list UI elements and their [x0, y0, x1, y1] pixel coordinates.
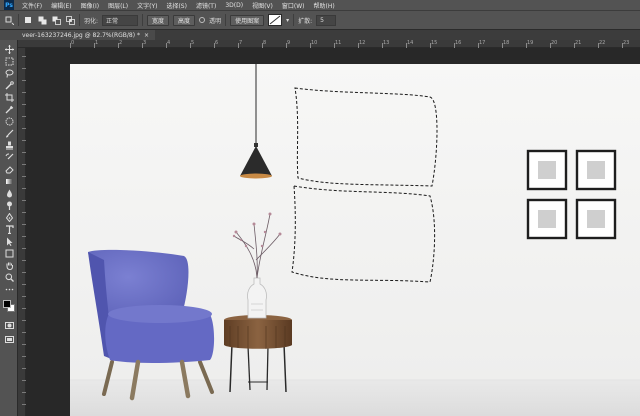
intersect-selection-icon[interactable]: [65, 15, 75, 25]
separator: [18, 14, 19, 26]
options-bar: 羽化: 正常 宽度 高度 透明 使用图案 ▾ 扩散: 5: [0, 10, 640, 30]
ruler-tick-label: 0: [71, 40, 75, 46]
tools-panel: [0, 40, 18, 416]
subtract-selection-icon[interactable]: [51, 15, 61, 25]
menu-filter[interactable]: 滤镜(T): [196, 1, 216, 10]
menu-window[interactable]: 窗口(W): [282, 1, 305, 10]
shape-tool-icon[interactable]: [2, 248, 16, 259]
marquee-tool-icon[interactable]: [2, 56, 16, 67]
separator: [225, 14, 227, 26]
ruler-tick-label: 5: [191, 40, 195, 46]
transparent-label: 透明: [209, 17, 222, 25]
ruler-tick-label: 10: [311, 40, 318, 46]
menu-3d[interactable]: 3D(D): [225, 2, 243, 9]
menu-edit[interactable]: 编辑(E): [51, 1, 71, 10]
ruler-tick-label: 7: [239, 40, 243, 46]
menu-layer[interactable]: 图层(L): [108, 1, 128, 10]
document-tab[interactable]: veer-163237246.jpg @ 82.7%(RGB/8) * ×: [0, 30, 155, 40]
ruler-tick-label: 2: [119, 40, 123, 46]
menu-view[interactable]: 视图(V): [252, 1, 273, 10]
ruler-horizontal: 0 1 2 3 4 5 6 7 8 9 10 11 12 13 14 15 16 17 18 19 20 21 22 23: [18, 40, 640, 48]
ruler-tick-label: 19: [527, 40, 534, 46]
blur-tool-icon[interactable]: [2, 188, 16, 199]
ruler-tick-label: 1: [95, 40, 99, 46]
screen-mode-icon[interactable]: [2, 334, 16, 345]
frame-2: [575, 149, 617, 191]
document-tabs: veer-163237246.jpg @ 82.7%(RGB/8) * ×: [0, 30, 640, 40]
floor: [70, 380, 640, 416]
ruler-tick-label: 23: [623, 40, 630, 46]
ruler-tick-label: 6: [215, 40, 219, 46]
gradient-tool-icon[interactable]: [2, 176, 16, 187]
ruler-vertical: [18, 48, 26, 416]
mode-select[interactable]: 正常: [102, 14, 139, 26]
menu-select[interactable]: 选择(S): [166, 1, 187, 10]
frame-4: [575, 198, 617, 240]
ruler-tick-label: 15: [431, 40, 438, 46]
ruler-tick-label: 4: [167, 40, 171, 46]
ruler-tick-label: 3: [143, 40, 147, 46]
new-selection-icon[interactable]: [23, 15, 33, 25]
ruler-tick-label: 11: [335, 40, 342, 46]
ruler-tick-label: 21: [575, 40, 582, 46]
healing-brush-tool-icon[interactable]: [2, 116, 16, 127]
document-title: veer-163237246.jpg @ 82.7%(RGB/8) *: [22, 31, 140, 39]
separator: [79, 14, 80, 26]
ruler-tick-label: 16: [455, 40, 462, 46]
spread-input[interactable]: 5: [316, 14, 337, 26]
hand-tool-icon[interactable]: [2, 260, 16, 271]
path-select-tool-icon[interactable]: [2, 236, 16, 247]
menu-file[interactable]: 文件(F): [22, 1, 42, 10]
type-tool-icon[interactable]: [2, 224, 16, 235]
separator: [293, 14, 295, 26]
menu-type[interactable]: 文字(Y): [137, 1, 157, 10]
pen-tool-icon[interactable]: [2, 212, 16, 223]
quick-mask-icon[interactable]: [2, 320, 16, 331]
color-swatches[interactable]: [3, 300, 16, 313]
ruler-tick-label: 20: [551, 40, 558, 46]
ruler-tick-label: 14: [407, 40, 414, 46]
room-photo: [70, 64, 640, 416]
eyedropper-tool-icon[interactable]: [2, 104, 16, 115]
crop-tool-icon[interactable]: [2, 92, 16, 103]
move-tool-icon[interactable]: [2, 44, 16, 55]
menu-bar: Ps 文件(F) 编辑(E) 图像(I) 图层(L) 文字(Y) 选择(S) 滤…: [0, 0, 640, 10]
document-canvas[interactable]: [70, 64, 640, 416]
ruler-tick-label: 9: [287, 40, 291, 46]
ruler-tick-label: 22: [599, 40, 606, 46]
ruler-tick-label: 13: [383, 40, 390, 46]
height-button[interactable]: 高度: [173, 14, 196, 26]
zoom-tool-icon[interactable]: [2, 272, 16, 283]
close-icon[interactable]: ×: [144, 32, 149, 39]
use-pattern-button[interactable]: 使用图案: [230, 14, 265, 26]
foreground-color-swatch[interactable]: [3, 300, 11, 308]
clone-stamp-tool-icon[interactable]: [2, 140, 16, 151]
frame-1: [526, 149, 568, 191]
frame-3: [526, 198, 568, 240]
spread-label: 扩散:: [298, 17, 313, 25]
ruler-tick-label: 17: [479, 40, 486, 46]
photoshop-logo: Ps: [4, 0, 14, 10]
eraser-tool-icon[interactable]: [2, 164, 16, 175]
feather-label: 羽化:: [84, 17, 99, 25]
add-selection-icon[interactable]: [37, 15, 47, 25]
menu-image[interactable]: 图像(I): [81, 1, 99, 10]
width-button[interactable]: 宽度: [147, 14, 170, 26]
tool-preset-icon[interactable]: [4, 15, 14, 25]
dodge-tool-icon[interactable]: [2, 200, 16, 211]
transparent-radio[interactable]: [199, 17, 206, 23]
quick-select-tool-icon[interactable]: [2, 80, 16, 91]
ruler-tick-label: 18: [503, 40, 510, 46]
history-brush-tool-icon[interactable]: [2, 152, 16, 163]
ruler-tick-label: 12: [359, 40, 366, 46]
separator: [142, 14, 144, 26]
pattern-swatch-icon[interactable]: [268, 14, 283, 26]
chevron-down-icon[interactable]: ▾: [286, 17, 289, 24]
more-tools-icon[interactable]: [2, 284, 16, 295]
ruler-tick-label: 8: [263, 40, 267, 46]
brush-tool-icon[interactable]: [2, 128, 16, 139]
menu-help[interactable]: 帮助(H): [314, 1, 335, 10]
lasso-tool-icon[interactable]: [2, 68, 16, 79]
